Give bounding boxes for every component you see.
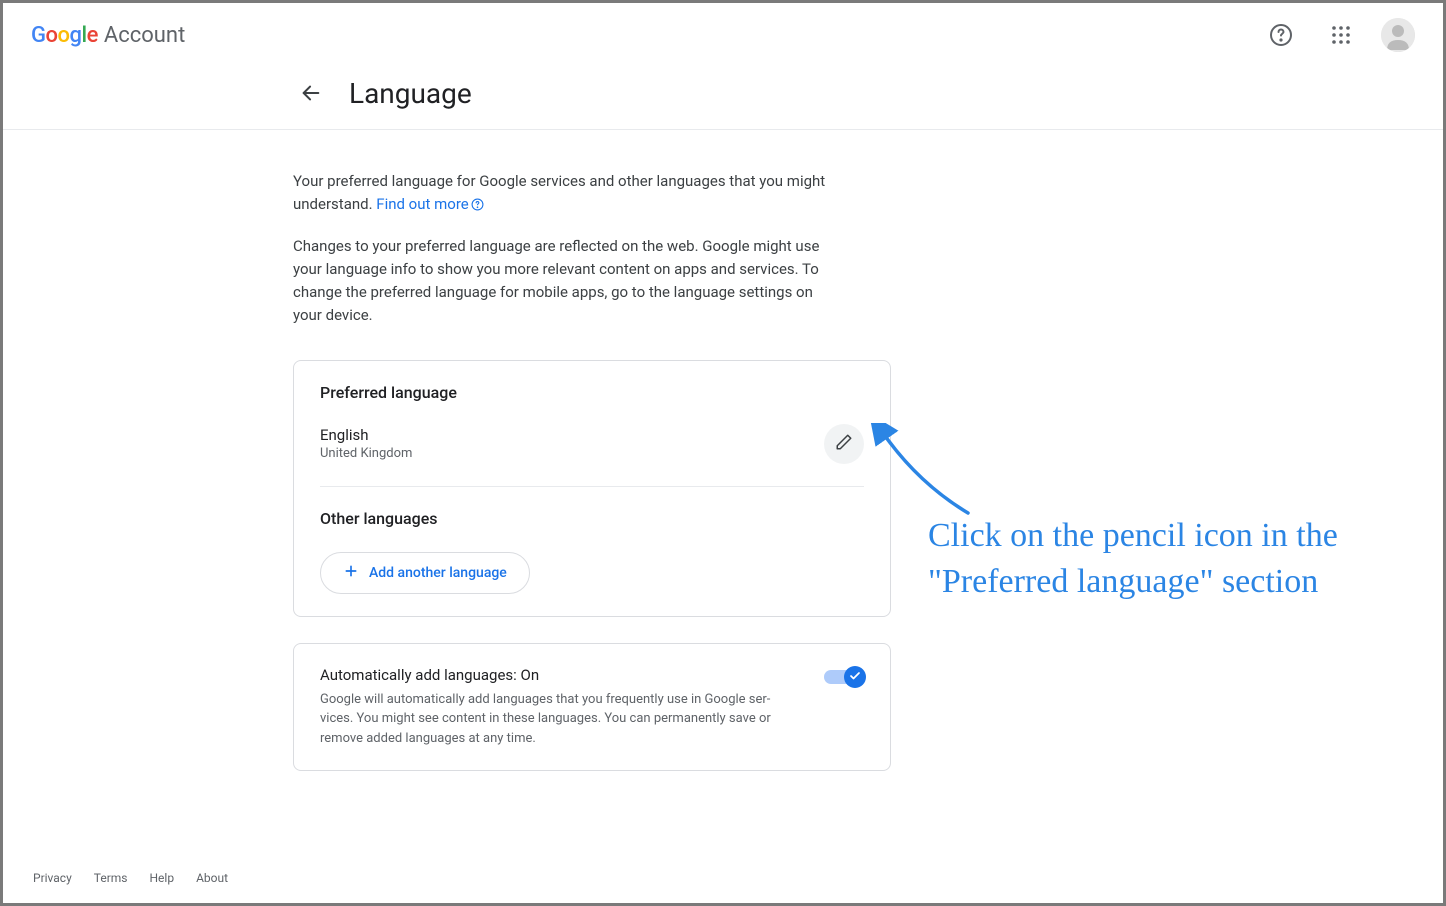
header: Google Account [3, 3, 1443, 67]
footer-about[interactable]: About [196, 871, 228, 885]
language-info: English United Kingdom [320, 426, 412, 461]
header-right [1261, 15, 1415, 55]
toggle-thumb [844, 666, 866, 688]
language-name: English [320, 426, 412, 444]
other-languages-section: Other languages Add another language [294, 487, 890, 616]
language-region: United Kingdom [320, 446, 412, 461]
description-1: Your preferred language for Google servi… [293, 170, 833, 217]
footer-privacy[interactable]: Privacy [33, 871, 72, 885]
add-language-label: Add another language [369, 565, 507, 581]
language-card: Preferred language English United Kingdo… [293, 360, 891, 617]
auto-add-toggle[interactable] [824, 666, 864, 688]
other-languages-title: Other languages [320, 509, 864, 528]
auto-add-text: Automatically add languages: On Google w… [320, 666, 794, 749]
description-2: Changes to your preferred language are r… [293, 235, 833, 328]
back-arrow-icon[interactable] [293, 75, 329, 111]
footer: Privacy Terms Help About [33, 871, 228, 885]
check-icon [849, 667, 861, 686]
auto-add-description: Google will automatically add languages … [320, 690, 794, 749]
avatar[interactable] [1381, 18, 1415, 52]
page-title: Language [349, 77, 472, 110]
preferred-language-title: Preferred language [320, 383, 864, 402]
plus-icon [343, 563, 359, 583]
main-content: Your preferred language for Google servi… [3, 130, 893, 771]
preferred-language-row: English United Kingdom [320, 424, 864, 464]
help-icon[interactable] [1261, 15, 1301, 55]
pencil-icon [835, 433, 853, 455]
footer-help[interactable]: Help [150, 871, 175, 885]
header-left: Google Account [31, 23, 185, 48]
footer-terms[interactable]: Terms [94, 871, 128, 885]
apps-grid-icon[interactable] [1321, 15, 1361, 55]
title-row: Language [3, 67, 1443, 129]
google-logo: Google [31, 23, 98, 48]
annotation-text: Click on the pencil icon in the "Preferr… [928, 513, 1348, 605]
desc1-text: Your preferred language for Google servi… [293, 172, 825, 213]
add-language-button[interactable]: Add another language [320, 552, 530, 594]
info-icon [471, 198, 485, 212]
account-label: Account [104, 23, 185, 48]
auto-add-card: Automatically add languages: On Google w… [293, 643, 891, 772]
auto-add-title: Automatically add languages: On [320, 666, 794, 684]
find-out-more-link[interactable]: Find out more [376, 195, 484, 213]
preferred-language-section: Preferred language English United Kingdo… [294, 361, 890, 486]
edit-language-button[interactable] [824, 424, 864, 464]
